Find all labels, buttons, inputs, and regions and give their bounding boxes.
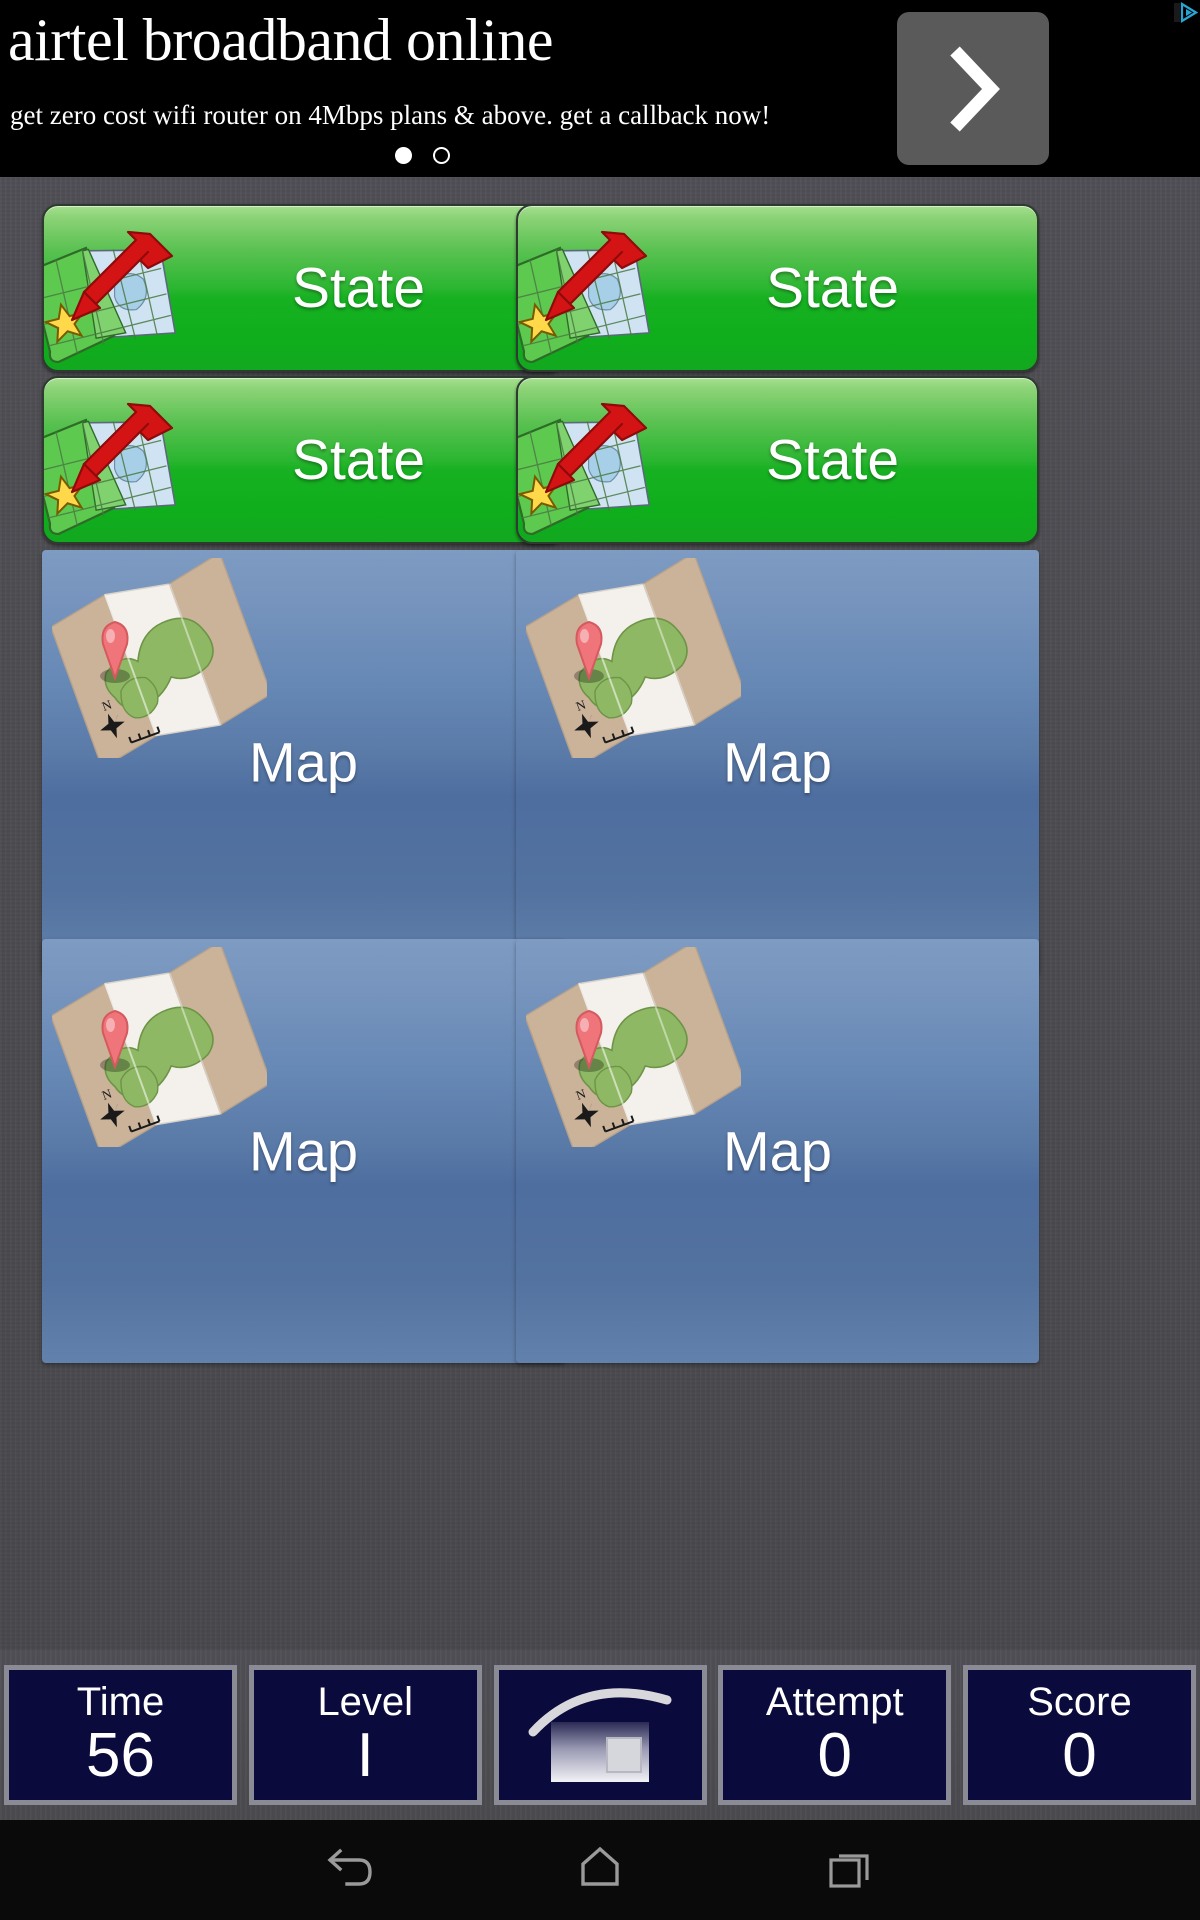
chevron-right-icon [943,43,1003,135]
folded-map-pin-compass-icon: N [50,551,272,770]
state-button-label: State [291,428,426,492]
state-button-label: State [291,256,426,320]
map-tile-4[interactable]: N Map [516,939,1039,1363]
adchoices-icon[interactable] [1170,1,1198,23]
nav-recents-button[interactable] [815,1835,885,1905]
state-button-1[interactable]: State [42,204,565,372]
hud-score-value: 0 [1062,1721,1097,1791]
ad-title: airtel broadband online [8,7,553,73]
hud-time-label: Time [76,1680,165,1725]
state-button-4[interactable]: State [516,376,1039,544]
folded-map-pin-compass-icon: N [524,940,746,1159]
hud-attempt-panel: Attempt 0 [718,1665,952,1805]
recent-apps-icon [825,1844,875,1897]
back-arrow-icon [325,1844,375,1897]
map-tile-label: Map [249,1119,358,1183]
hud-time-panel: Time 56 [4,1665,237,1805]
carousel-dot-inactive[interactable] [433,147,450,164]
state-button-2[interactable]: State [516,204,1039,372]
home-pentagon-icon [575,1844,625,1897]
nav-home-button[interactable] [565,1835,635,1905]
nav-back-button[interactable] [315,1835,385,1905]
ad-subtitle: get zero cost wifi router on 4Mbps plans… [10,100,771,130]
state-button-label: State [765,428,900,492]
house-icon [525,1678,675,1793]
map-tile-label: Map [249,730,358,794]
android-navigation-bar [0,1820,1200,1920]
hud-level-panel: Level I [248,1665,482,1805]
game-hud: Time 56 Level I Attempt 0 Score 0 [0,1650,1200,1820]
ad-banner[interactable]: airtel broadband online get zero cost wi… [0,0,1200,177]
carousel-dot-active[interactable] [395,147,412,164]
hud-score-panel: Score 0 [963,1665,1196,1805]
hud-home-button[interactable] [493,1665,707,1805]
map-tile-label: Map [723,730,832,794]
hud-score-label: Score [1027,1680,1132,1725]
ad-carousel-dots [395,147,465,169]
state-button-3[interactable]: State [42,376,565,544]
map-tile-2[interactable]: N Map [516,550,1039,974]
state-button-label: State [765,256,900,320]
folded-map-pin-compass-icon: N [50,940,272,1159]
folded-map-pin-compass-icon: N [524,551,746,770]
ad-next-button[interactable] [897,12,1049,165]
hud-attempt-label: Attempt [765,1680,904,1725]
hud-attempt-value: 0 [817,1721,852,1791]
hud-level-label: Level [317,1680,414,1725]
map-tile-1[interactable]: N Map [42,550,565,974]
hud-level-value: I [356,1721,374,1791]
game-board: State State State State N Map N Map N Ma… [0,177,1200,1650]
map-tile-label: Map [723,1119,832,1183]
map-tile-3[interactable]: N Map [42,939,565,1363]
hud-time-value: 56 [86,1721,155,1791]
